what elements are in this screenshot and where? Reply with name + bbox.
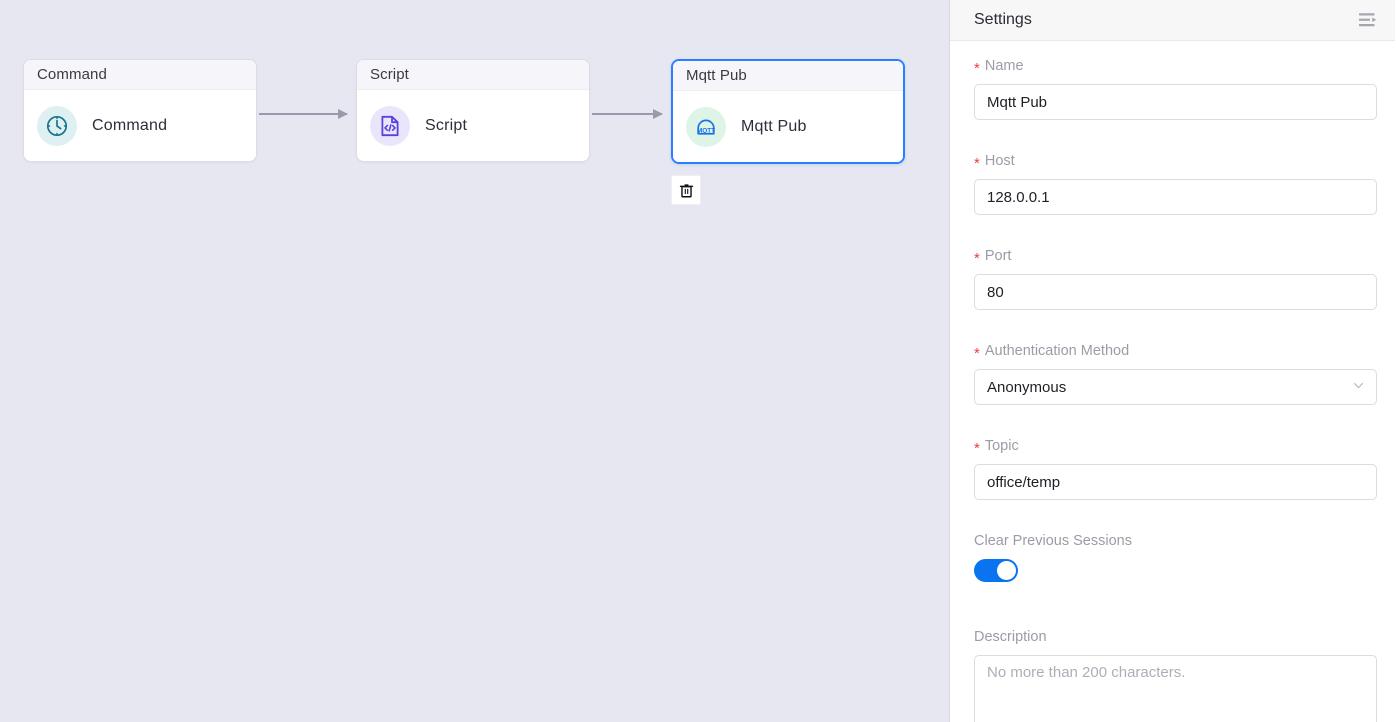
port-input-value: 80 bbox=[987, 283, 1004, 301]
delete-node-button[interactable] bbox=[671, 175, 701, 205]
field-label-topic: * Topic bbox=[974, 435, 1375, 457]
field-port: * Port 80 bbox=[974, 245, 1377, 310]
authentication-method-select[interactable]: Anonymous bbox=[974, 369, 1377, 405]
field-label-authentication-method: * Authentication Method bbox=[974, 340, 1375, 362]
required-marker: * bbox=[974, 439, 980, 457]
field-label-text: Description bbox=[974, 629, 1047, 645]
flow-node-body: Script bbox=[357, 90, 589, 161]
settings-panel: Settings * Name Mqtt Pub * Host 128.0.0.… bbox=[950, 0, 1395, 722]
menu-unfold-icon[interactable] bbox=[1357, 9, 1379, 31]
field-label-text: Topic bbox=[984, 438, 1019, 454]
clock-icon bbox=[37, 105, 77, 146]
field-topic: * Topic office/temp bbox=[974, 435, 1377, 500]
authentication-method-value: Anonymous bbox=[987, 378, 1067, 396]
script-code-icon bbox=[370, 105, 410, 146]
mqtt-icon: MQTT bbox=[686, 106, 726, 147]
flow-node-mqtt-pub[interactable]: Mqtt Pub MQTT Mqtt Pub bbox=[671, 59, 905, 164]
trash-icon bbox=[679, 183, 693, 197]
topic-input-value: office/temp bbox=[987, 473, 1061, 491]
field-label-text: Host bbox=[984, 153, 1015, 169]
flow-node-header-title: Script bbox=[370, 66, 409, 83]
chevron-down-icon bbox=[1352, 379, 1365, 396]
required-marker: * bbox=[974, 59, 980, 77]
field-label-clear-previous-sessions: Clear Previous Sessions bbox=[974, 530, 1375, 552]
topic-input[interactable]: office/temp bbox=[974, 464, 1377, 500]
flow-canvas[interactable]: Command Command Script Script Mqtt Pub M… bbox=[0, 0, 950, 722]
flow-node-header: Command bbox=[24, 60, 256, 90]
page-title: Settings bbox=[974, 11, 1032, 28]
field-name: * Name Mqtt Pub bbox=[974, 55, 1377, 120]
description-placeholder: No more than 200 characters. bbox=[987, 664, 1186, 681]
flow-node-command[interactable]: Command Command bbox=[23, 59, 257, 162]
flow-node-label: Mqtt Pub bbox=[741, 117, 807, 135]
description-textarea[interactable]: No more than 200 characters. bbox=[974, 655, 1377, 722]
flow-editor-app: Command Command Script Script Mqtt Pub M… bbox=[0, 0, 1396, 722]
field-label-text: Clear Previous Sessions bbox=[974, 533, 1132, 549]
name-input-value: Mqtt Pub bbox=[987, 93, 1048, 111]
field-label-text: Authentication Method bbox=[984, 343, 1130, 359]
flow-node-body: MQTT Mqtt Pub bbox=[673, 91, 903, 162]
settings-form: * Name Mqtt Pub * Host 128.0.0.1 * Port … bbox=[950, 41, 1395, 722]
flow-node-label: Command bbox=[92, 116, 168, 134]
field-host: * Host 128.0.0.1 bbox=[974, 150, 1377, 215]
flow-node-header-title: Mqtt Pub bbox=[686, 67, 747, 84]
host-input-value: 128.0.0.1 bbox=[987, 188, 1050, 206]
flow-node-label: Script bbox=[425, 116, 468, 134]
required-marker: * bbox=[974, 154, 980, 172]
port-input[interactable]: 80 bbox=[974, 274, 1377, 310]
flow-node-header: Mqtt Pub bbox=[673, 61, 903, 91]
required-marker: * bbox=[974, 344, 980, 362]
field-label-port: * Port bbox=[974, 245, 1375, 267]
settings-panel-header: Settings bbox=[950, 0, 1395, 41]
field-label-host: * Host bbox=[974, 150, 1375, 172]
field-label-text: Name bbox=[984, 58, 1024, 74]
flow-node-header-title: Command bbox=[37, 66, 107, 83]
field-label-description: Description bbox=[974, 626, 1375, 648]
edge-script-to-mqtt bbox=[592, 109, 663, 119]
host-input[interactable]: 128.0.0.1 bbox=[974, 179, 1377, 215]
field-description: Description No more than 200 characters. bbox=[974, 626, 1377, 722]
clear-previous-sessions-toggle[interactable] bbox=[974, 559, 1018, 582]
field-label-name: * Name bbox=[974, 55, 1375, 77]
field-label-text: Port bbox=[984, 248, 1012, 264]
field-authentication-method: * Authentication Method Anonymous bbox=[974, 340, 1377, 405]
flow-node-header: Script bbox=[357, 60, 589, 90]
flow-node-script[interactable]: Script Script bbox=[356, 59, 590, 162]
toggle-knob bbox=[997, 561, 1016, 580]
flow-node-body: Command bbox=[24, 90, 256, 161]
required-marker: * bbox=[974, 249, 980, 267]
edge-command-to-script bbox=[259, 109, 348, 119]
name-input[interactable]: Mqtt Pub bbox=[974, 84, 1377, 120]
field-clear-previous-sessions: Clear Previous Sessions bbox=[974, 530, 1375, 582]
